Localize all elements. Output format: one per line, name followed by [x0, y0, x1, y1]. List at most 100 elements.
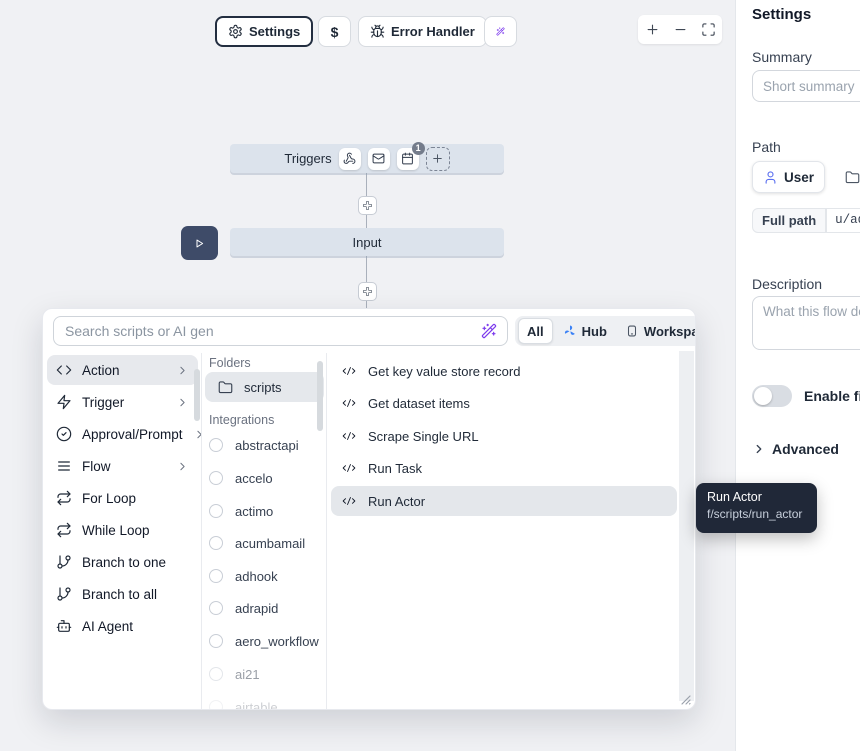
- integration-item[interactable]: acumbamail: [209, 528, 323, 558]
- webhook-trigger-button[interactable]: [339, 148, 361, 170]
- repeat-icon: [56, 522, 72, 538]
- menu-item-branch-to-one[interactable]: Branch to one: [47, 547, 198, 577]
- dollar-icon: $: [331, 24, 339, 40]
- full-path-value[interactable]: u/admin: [826, 208, 860, 233]
- schedule-count-badge: 1: [412, 142, 425, 155]
- canvas-zoom-controls: [638, 15, 722, 44]
- description-textarea[interactable]: [752, 296, 860, 350]
- menu-item-trigger[interactable]: Trigger: [47, 387, 198, 417]
- chevron-right-icon: [176, 364, 189, 377]
- summary-label: Summary: [752, 49, 812, 65]
- ai-generate-icon[interactable]: [481, 323, 497, 339]
- calendar-icon: [401, 152, 414, 165]
- integration-item[interactable]: ai21: [209, 659, 323, 689]
- menu-item-while-loop[interactable]: While Loop: [47, 515, 198, 545]
- results-scrollbar-track[interactable]: [679, 351, 694, 701]
- integration-label: accelo: [235, 471, 273, 486]
- modal-resize-grip[interactable]: [678, 692, 692, 706]
- source-filter-group: All Hub Workspace: [515, 316, 696, 346]
- integration-item[interactable]: adhook: [209, 561, 323, 591]
- menu-item-flow[interactable]: Flow: [47, 451, 198, 481]
- menu-item-label: Flow: [82, 459, 111, 474]
- menu-item-label: Trigger: [82, 395, 124, 410]
- cross-plus-icon: [362, 200, 373, 211]
- run-flow-button[interactable]: [181, 226, 218, 260]
- advanced-section-toggle[interactable]: Advanced: [752, 441, 839, 457]
- input-node[interactable]: Input: [230, 228, 504, 256]
- advanced-label: Advanced: [772, 441, 839, 457]
- app-icon-placeholder: [209, 471, 223, 485]
- menu-item-label: Branch to all: [82, 587, 157, 602]
- owner-user-tab[interactable]: User: [752, 161, 825, 193]
- integration-item[interactable]: aero_workflow: [209, 626, 323, 656]
- circle-check-icon: [56, 426, 72, 442]
- insert-step-above-button[interactable]: [358, 196, 377, 215]
- triggers-node[interactable]: Triggers 1: [230, 144, 504, 173]
- integration-item[interactable]: accelo: [209, 463, 323, 493]
- ai-wand-button[interactable]: [484, 16, 517, 47]
- script-item-label: Scrape Single URL: [368, 429, 479, 444]
- folder-item-label: scripts: [244, 380, 282, 395]
- menu-item-for-loop[interactable]: For Loop: [47, 483, 198, 513]
- integrations-scrollbar[interactable]: [317, 361, 323, 431]
- menu-item-branch-to-all[interactable]: Branch to all: [47, 579, 198, 609]
- fit-view-button[interactable]: [698, 20, 718, 40]
- integration-item[interactable]: actimo: [209, 496, 323, 526]
- enable-toggle-switch[interactable]: [752, 385, 792, 407]
- script-item[interactable]: Get dataset items: [331, 388, 677, 418]
- error-handler-button[interactable]: Error Handler: [358, 16, 487, 47]
- integration-item[interactable]: abstractapi: [209, 430, 323, 460]
- add-trigger-button[interactable]: [426, 147, 450, 171]
- code-icon: [56, 362, 72, 378]
- insert-step-below-button[interactable]: [358, 282, 377, 301]
- cross-plus-icon: [362, 286, 373, 297]
- script-item[interactable]: Get key value store record: [331, 356, 677, 386]
- menu-scrollbar[interactable]: [194, 369, 200, 421]
- toggle-knob: [754, 387, 772, 405]
- folder-item-scripts[interactable]: scripts: [205, 372, 324, 402]
- zoom-out-button[interactable]: [670, 20, 690, 40]
- script-tooltip: Run Actor f/scripts/run_actor: [696, 483, 817, 533]
- magic-wand-icon: [496, 24, 505, 39]
- filter-workspace-tab[interactable]: Workspace: [617, 319, 696, 343]
- integration-item[interactable]: airtable: [209, 692, 323, 710]
- integration-item[interactable]: adrapid: [209, 593, 323, 623]
- script-item-label: Get key value store record: [368, 364, 520, 379]
- git-branch-icon: [56, 586, 72, 602]
- owner-folder-tab[interactable]: Folder: [835, 162, 860, 192]
- script-item[interactable]: Run Task: [331, 453, 677, 483]
- full-path-label: Full path: [752, 208, 826, 233]
- filter-all-tab[interactable]: All: [518, 318, 553, 344]
- script-item[interactable]: Scrape Single URL: [331, 421, 677, 451]
- pricing-button[interactable]: $: [318, 16, 351, 47]
- plus-icon: [645, 22, 660, 37]
- menu-item-action[interactable]: Action: [47, 355, 198, 385]
- settings-button[interactable]: Settings: [215, 16, 313, 47]
- integration-label: adrapid: [235, 601, 278, 616]
- schedule-trigger-button[interactable]: 1: [397, 148, 419, 170]
- triggers-node-label: Triggers: [284, 151, 331, 166]
- summary-input[interactable]: [752, 70, 860, 102]
- filter-all-label: All: [527, 324, 544, 339]
- zoom-in-button[interactable]: [642, 20, 662, 40]
- code-xml-icon: [342, 364, 356, 378]
- menu-item-label: Action: [82, 363, 120, 378]
- enable-toggle-label: Enable fi: [804, 388, 860, 404]
- menu-item-approval-prompt[interactable]: Approval/Prompt: [47, 419, 198, 449]
- filter-hub-tab[interactable]: Hub: [555, 319, 615, 343]
- app-icon-placeholder: [209, 601, 223, 615]
- app-icon-placeholder: [209, 536, 223, 550]
- menu-item-ai-agent[interactable]: AI Agent: [47, 611, 198, 641]
- user-icon: [763, 170, 778, 185]
- windmill-hub-icon: [563, 324, 577, 338]
- menu-item-label: While Loop: [82, 523, 150, 538]
- settings-panel: Settings Summary Path User Folder Full p…: [735, 0, 860, 751]
- integration-label: airtable: [235, 700, 278, 711]
- chevron-right-icon: [193, 428, 206, 441]
- app-icon-placeholder: [209, 700, 223, 710]
- email-trigger-button[interactable]: [368, 148, 390, 170]
- search-input[interactable]: [53, 316, 508, 346]
- script-item-label: Get dataset items: [368, 396, 470, 411]
- column-divider: [326, 353, 327, 709]
- script-item-selected[interactable]: Run Actor: [331, 486, 677, 516]
